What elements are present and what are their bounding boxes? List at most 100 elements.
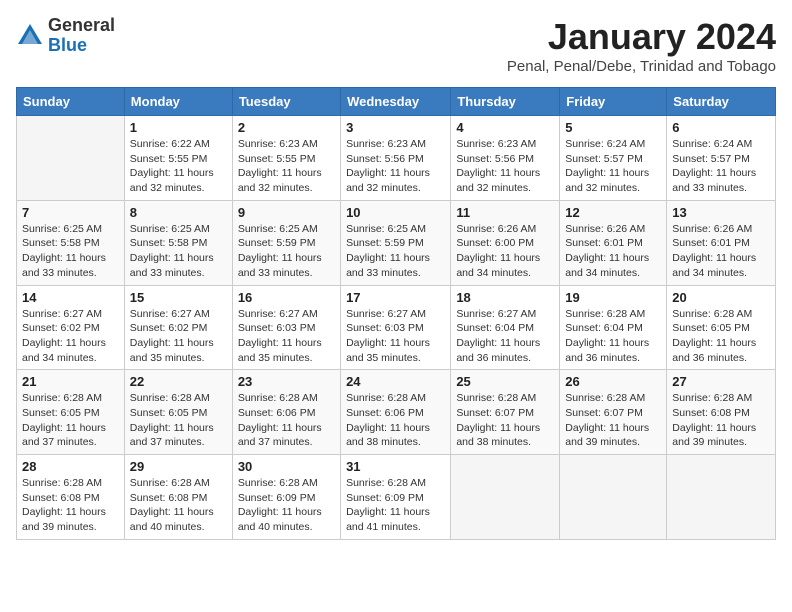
day-number: 31 [346, 459, 445, 474]
day-of-week-monday: Monday [124, 88, 232, 116]
day-number: 1 [130, 120, 227, 135]
title-block: January 2024 Penal, Penal/Debe, Trinidad… [507, 16, 776, 75]
day-info: Sunrise: 6:28 AMSunset: 6:05 PMDaylight:… [672, 307, 770, 366]
day-of-week-wednesday: Wednesday [341, 88, 451, 116]
day-number: 9 [238, 205, 335, 220]
calendar-week-2: 7 Sunrise: 6:25 AMSunset: 5:58 PMDaylight… [17, 200, 776, 285]
day-info: Sunrise: 6:28 AMSunset: 6:05 PMDaylight:… [130, 391, 227, 450]
day-info: Sunrise: 6:25 AMSunset: 5:58 PMDaylight:… [22, 222, 119, 281]
day-number: 14 [22, 290, 119, 305]
day-info: Sunrise: 6:22 AMSunset: 5:55 PMDaylight:… [130, 137, 227, 196]
day-info: Sunrise: 6:25 AMSunset: 5:59 PMDaylight:… [238, 222, 335, 281]
calendar-week-3: 14 Sunrise: 6:27 AMSunset: 6:02 PMDayligh… [17, 285, 776, 370]
day-info: Sunrise: 6:24 AMSunset: 5:57 PMDaylight:… [672, 137, 770, 196]
calendar-cell: 24Sunrise: 6:28 AMSunset: 6:06 PMDayligh… [341, 370, 451, 455]
calendar-cell: 5 Sunrise: 6:24 AMSunset: 5:57 PMDaylight… [560, 116, 667, 201]
calendar-week-1: 1 Sunrise: 6:22 AMSunset: 5:55 PMDaylight… [17, 116, 776, 201]
days-of-week-row: SundayMondayTuesdayWednesdayThursdayFrid… [17, 88, 776, 116]
day-info: Sunrise: 6:23 AMSunset: 5:56 PMDaylight:… [456, 137, 554, 196]
day-number: 6 [672, 120, 770, 135]
day-info: Sunrise: 6:24 AMSunset: 5:57 PMDaylight:… [565, 137, 661, 196]
calendar-cell [667, 455, 776, 540]
page-header: General Blue January 2024 Penal, Penal/D… [16, 16, 776, 75]
day-info: Sunrise: 6:27 AMSunset: 6:03 PMDaylight:… [238, 307, 335, 366]
day-number: 23 [238, 374, 335, 389]
day-info: Sunrise: 6:28 AMSunset: 6:08 PMDaylight:… [130, 476, 227, 535]
calendar-week-4: 21 Sunrise: 6:28 AMSunset: 6:05 PMDayligh… [17, 370, 776, 455]
calendar-cell: 20Sunrise: 6:28 AMSunset: 6:05 PMDayligh… [667, 285, 776, 370]
calendar-cell: 28Sunrise: 6:28 AMSunset: 6:08 PMDayligh… [17, 455, 125, 540]
day-number: 13 [672, 205, 770, 220]
logo-icon [16, 22, 44, 50]
calendar-cell: 26 Sunrise: 6:28 AMSunset: 6:07 PMDayligh… [560, 370, 667, 455]
day-info: Sunrise: 6:28 AMSunset: 6:08 PMDaylight:… [672, 391, 770, 450]
calendar-cell: 8 Sunrise: 6:25 AMSunset: 5:58 PMDaylight… [124, 200, 232, 285]
calendar-week-5: 28Sunrise: 6:28 AMSunset: 6:08 PMDayligh… [17, 455, 776, 540]
day-info: Sunrise: 6:28 AMSunset: 6:04 PMDaylight:… [565, 307, 661, 366]
day-number: 15 [130, 290, 227, 305]
day-number: 25 [456, 374, 554, 389]
day-number: 18 [456, 290, 554, 305]
calendar-cell: 27Sunrise: 6:28 AMSunset: 6:08 PMDayligh… [667, 370, 776, 455]
day-info: Sunrise: 6:26 AMSunset: 6:01 PMDaylight:… [565, 222, 661, 281]
calendar-cell: 1 Sunrise: 6:22 AMSunset: 5:55 PMDaylight… [124, 116, 232, 201]
calendar-cell: 25 Sunrise: 6:28 AMSunset: 6:07 PMDayligh… [451, 370, 560, 455]
day-info: Sunrise: 6:25 AMSunset: 5:59 PMDaylight:… [346, 222, 445, 281]
location-subtitle: Penal, Penal/Debe, Trinidad and Tobago [507, 58, 776, 75]
day-number: 16 [238, 290, 335, 305]
calendar-cell: 12Sunrise: 6:26 AMSunset: 6:01 PMDayligh… [560, 200, 667, 285]
day-number: 29 [130, 459, 227, 474]
day-number: 24 [346, 374, 445, 389]
calendar-cell: 29 Sunrise: 6:28 AMSunset: 6:08 PMDayligh… [124, 455, 232, 540]
calendar-body: 1 Sunrise: 6:22 AMSunset: 5:55 PMDaylight… [17, 116, 776, 540]
calendar-cell [451, 455, 560, 540]
day-number: 17 [346, 290, 445, 305]
day-number: 30 [238, 459, 335, 474]
calendar-cell: 15 Sunrise: 6:27 AMSunset: 6:02 PMDayligh… [124, 285, 232, 370]
calendar-cell: 11Sunrise: 6:26 AMSunset: 6:00 PMDayligh… [451, 200, 560, 285]
calendar-cell: 13 Sunrise: 6:26 AMSunset: 6:01 PMDayligh… [667, 200, 776, 285]
calendar-cell: 10 Sunrise: 6:25 AMSunset: 5:59 PMDayligh… [341, 200, 451, 285]
day-number: 8 [130, 205, 227, 220]
day-number: 2 [238, 120, 335, 135]
calendar-cell: 14Sunrise: 6:27 AMSunset: 6:02 PMDayligh… [17, 285, 125, 370]
day-of-week-saturday: Saturday [667, 88, 776, 116]
day-info: Sunrise: 6:27 AMSunset: 6:04 PMDaylight:… [456, 307, 554, 366]
day-info: Sunrise: 6:25 AMSunset: 5:58 PMDaylight:… [130, 222, 227, 281]
day-info: Sunrise: 6:28 AMSunset: 6:07 PMDaylight:… [565, 391, 661, 450]
calendar-cell: 22 Sunrise: 6:28 AMSunset: 6:05 PMDayligh… [124, 370, 232, 455]
calendar-cell: 3 Sunrise: 6:23 AMSunset: 5:56 PMDaylight… [341, 116, 451, 201]
day-number: 22 [130, 374, 227, 389]
day-of-week-thursday: Thursday [451, 88, 560, 116]
calendar-cell: 30Sunrise: 6:28 AMSunset: 6:09 PMDayligh… [232, 455, 340, 540]
calendar-cell: 18 Sunrise: 6:27 AMSunset: 6:04 PMDayligh… [451, 285, 560, 370]
calendar-header: SundayMondayTuesdayWednesdayThursdayFrid… [17, 88, 776, 116]
day-info: Sunrise: 6:26 AMSunset: 6:01 PMDaylight:… [672, 222, 770, 281]
day-number: 5 [565, 120, 661, 135]
calendar-cell [17, 116, 125, 201]
day-info: Sunrise: 6:26 AMSunset: 6:00 PMDaylight:… [456, 222, 554, 281]
day-of-week-friday: Friday [560, 88, 667, 116]
day-number: 7 [22, 205, 119, 220]
day-info: Sunrise: 6:28 AMSunset: 6:07 PMDaylight:… [456, 391, 554, 450]
day-number: 4 [456, 120, 554, 135]
calendar-cell: 31Sunrise: 6:28 AMSunset: 6:09 PMDayligh… [341, 455, 451, 540]
calendar-cell: 9 Sunrise: 6:25 AMSunset: 5:59 PMDaylight… [232, 200, 340, 285]
day-info: Sunrise: 6:23 AMSunset: 5:56 PMDaylight:… [346, 137, 445, 196]
calendar-cell: 16 Sunrise: 6:27 AMSunset: 6:03 PMDayligh… [232, 285, 340, 370]
day-number: 26 [565, 374, 661, 389]
calendar-cell: 6 Sunrise: 6:24 AMSunset: 5:57 PMDaylight… [667, 116, 776, 201]
day-info: Sunrise: 6:28 AMSunset: 6:06 PMDaylight:… [238, 391, 335, 450]
calendar-cell: 2 Sunrise: 6:23 AMSunset: 5:55 PMDaylight… [232, 116, 340, 201]
calendar-cell: 19Sunrise: 6:28 AMSunset: 6:04 PMDayligh… [560, 285, 667, 370]
calendar-cell: 4 Sunrise: 6:23 AMSunset: 5:56 PMDaylight… [451, 116, 560, 201]
day-number: 21 [22, 374, 119, 389]
day-of-week-sunday: Sunday [17, 88, 125, 116]
month-title: January 2024 [507, 16, 776, 58]
day-number: 10 [346, 205, 445, 220]
logo-text: General Blue [48, 16, 115, 56]
day-info: Sunrise: 6:27 AMSunset: 6:02 PMDaylight:… [130, 307, 227, 366]
day-info: Sunrise: 6:23 AMSunset: 5:55 PMDaylight:… [238, 137, 335, 196]
day-number: 3 [346, 120, 445, 135]
calendar-cell: 17Sunrise: 6:27 AMSunset: 6:03 PMDayligh… [341, 285, 451, 370]
